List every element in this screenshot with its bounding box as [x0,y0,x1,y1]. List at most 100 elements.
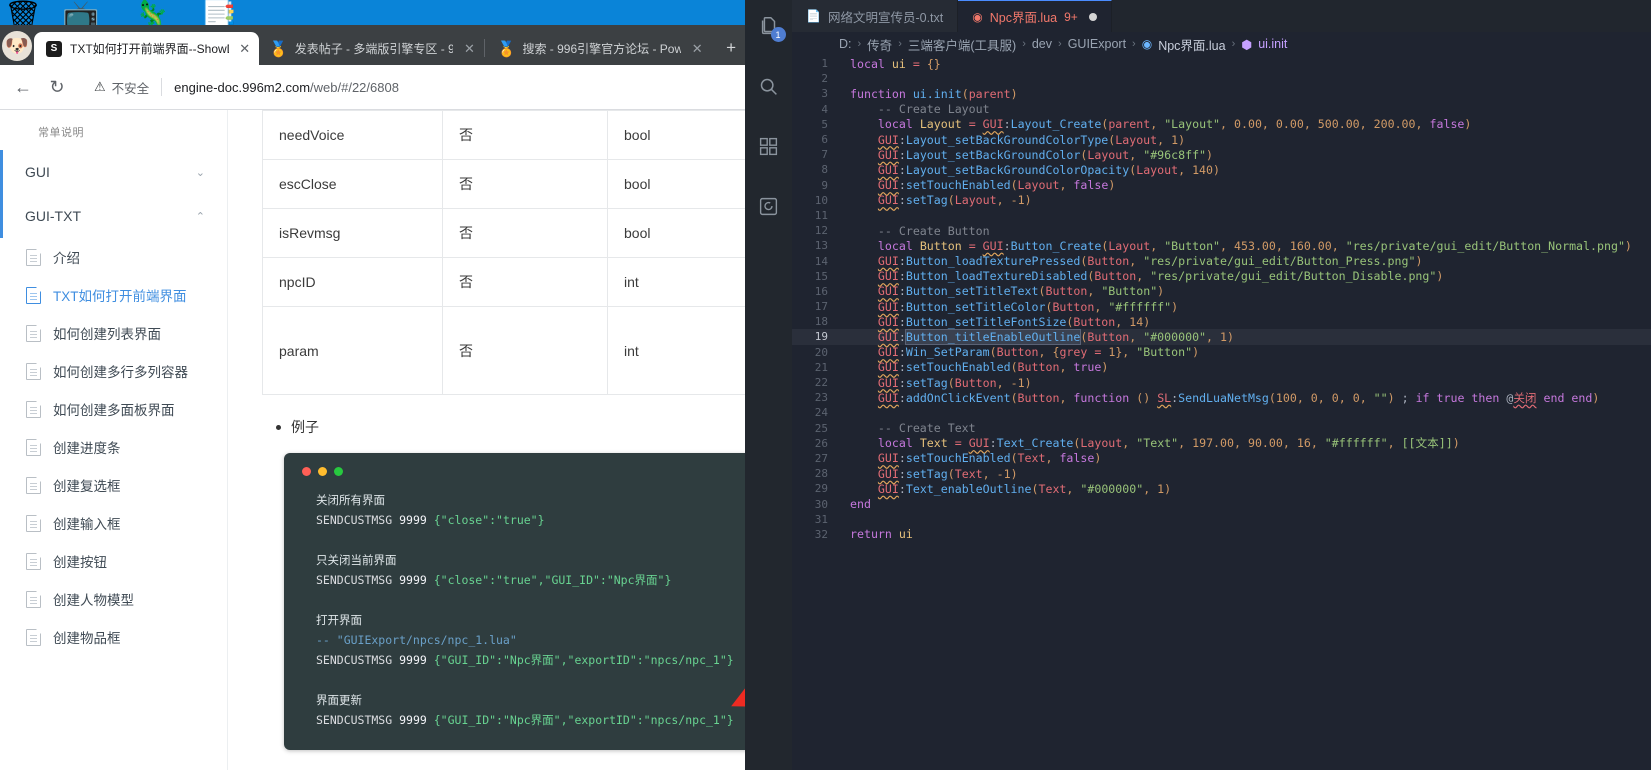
sidebar-group-gui-txt[interactable]: GUI-TXT ⌃ [0,194,227,238]
browser-tab-1[interactable]: 🏅 发表帖子 - 多端版引擎专区 - 996 ✕ [259,32,484,65]
table-row: param 否 int [262,306,745,395]
sidebar-group-gui-txt-label: GUI-TXT [25,208,81,224]
code-line-30[interactable]: 30 end [792,496,1651,511]
breadcrumb-segment-0[interactable]: D: [839,37,852,51]
code-line-9[interactable]: 9 GUI:setTouchEnabled(Layout, false) [792,178,1651,193]
editor-tab-error-count: 9+ [1064,9,1078,24]
sidebar-item-0[interactable]: 介绍 [0,238,227,276]
breadcrumb-segment-2[interactable]: 三端客户端(工具服) [908,35,1016,54]
code-line-27[interactable]: 27 GUI:setTouchEnabled(Text, false) [792,451,1651,466]
code-line-23[interactable]: 23 GUI:addOnClickEvent(Button, function … [792,390,1651,405]
breadcrumb-segment-6[interactable]: ui.init [1258,37,1287,51]
code-line-22[interactable]: 22 GUI:setTag(Button, -1) [792,375,1651,390]
sidebar-item-2[interactable]: 如何创建列表界面 [0,314,227,352]
code-line-21[interactable]: 21 GUI:setTouchEnabled(Button, true) [792,360,1651,375]
code-line-25[interactable]: 25 -- Create Text [792,421,1651,436]
code-line-18[interactable]: 18 GUI:Button_setTitleFontSize(Button, 1… [792,314,1651,329]
sidebar-item-9[interactable]: 创建人物模型 [0,580,227,618]
magnifier-icon [760,78,777,95]
code-line-6[interactable]: 6 GUI:Layout_setBackGroundColorType(Layo… [792,132,1651,147]
code-line-24[interactable]: 24 [792,405,1651,420]
document-icon [26,324,41,342]
new-tab-button[interactable]: + [717,34,745,62]
code-line-19[interactable]: 19 GUI:Button_titleEnableOutline(Button,… [792,328,1651,345]
code-line-5[interactable]: 5 local Layout = GUI:Layout_Create(paren… [792,117,1651,132]
line-number: 15 [814,269,828,283]
code-line-12[interactable]: 12 -- Create Button [792,223,1651,238]
code-command-json: {"close":"true","GUI_ID":"Npc界面"} [433,573,672,587]
sidebar-item-7[interactable]: 创建输入框 [0,504,227,542]
code-line-20[interactable]: 20 GUI:Win_SetParam(Button, {grey = 1}, … [792,345,1651,360]
browser-tab-0[interactable]: S TXT如何打开前端界面--ShowDoc ✕ [34,32,259,65]
code-line-16[interactable]: 16 GUI:Button_setTitleText(Button, "Butt… [792,284,1651,299]
line-number: 26 [814,436,828,450]
sidebar-item-1[interactable]: TXT如何打开前端界面 [0,276,227,314]
code-editor[interactable]: 1 local ui = {} 2 3 function ui.init(parent)… [792,56,1651,770]
code-line-2[interactable]: 2 [792,71,1651,86]
extensions-icon[interactable] [749,126,789,166]
code-line-4[interactable]: 4 -- Create Layout [792,102,1651,117]
line-number: 10 [814,193,828,207]
code-line-32[interactable]: 32 return ui [792,527,1651,542]
line-content: function ui.init(parent) [850,86,1018,101]
chevron-down-icon: ⌄ [195,166,205,179]
code-line-17[interactable]: 17 GUI:Button_setTitleColor(Button, "#ff… [792,299,1651,314]
tab-close-0[interactable]: ✕ [235,39,255,59]
unsaved-indicator-icon[interactable] [1088,12,1097,21]
sidebar-item-label: 如何创建多行多列容器 [53,365,188,380]
editor-tab-txt[interactable]: 📄 网络文明宣传员-0.txt [792,0,959,32]
table-cell-required: 否 [442,110,608,160]
explorer-icon[interactable]: 1 [749,6,789,46]
sidebar-group-gui[interactable]: GUI ⌄ [0,150,227,194]
code-line-31[interactable]: 31 [792,512,1651,527]
breadcrumb-segment-3[interactable]: dev [1032,37,1052,51]
code-line-1[interactable]: 1 local ui = {} [792,56,1651,71]
code-line-14[interactable]: 14 GUI:Button_loadTexturePressed(Button,… [792,253,1651,268]
line-content: GUI:Button_setTitleText(Button, "Button"… [877,284,1165,299]
sidebar-item-10[interactable]: 创建物品框 [0,618,227,656]
line-number: 4 [821,102,828,116]
line-content: local Layout = GUI:Layout_Create(parent,… [877,117,1472,132]
code-comment-line: 界面更新 [316,690,745,710]
sidebar-item-6[interactable]: 创建复选框 [0,466,227,504]
line-content: GUI:Layout_setBackGroundColor(Layout, "#… [877,147,1214,162]
sidebar-item-4[interactable]: 如何创建多面板界面 [0,390,227,428]
code-line-11[interactable]: 11 [792,208,1651,223]
breadcrumb-segment-5[interactable]: Npc界面.lua [1158,35,1225,54]
line-number: 31 [814,512,828,526]
sidebar-item-5[interactable]: 创建进度条 [0,428,227,466]
breadcrumb-segment-4[interactable]: GUIExport [1068,37,1126,51]
sidebar-item-label: 创建复选框 [53,479,121,494]
code-line-3[interactable]: 3 function ui.init(parent) [792,86,1651,101]
code-command-keyword: SENDCUSTMSG [316,713,393,727]
code-line-29[interactable]: 29 GUI:Text_enableOutline(Text, "#000000… [792,481,1651,496]
profile-avatar[interactable]: 🐶 [2,31,32,61]
address-bar[interactable]: ⚠ 不安全 engine-doc.996m2.com/web/#/22/6808 [80,72,739,102]
code-line-10[interactable]: 10 GUI:setTag(Layout, -1) [792,193,1651,208]
table-cell-required: 否 [442,208,608,258]
breadcrumb-segment-1[interactable]: 传奇 [867,35,892,54]
back-button[interactable]: ← [6,70,40,104]
code-line-7[interactable]: 7 GUI:Layout_setBackGroundColor(Layout, … [792,147,1651,162]
line-content: -- Create Button [877,223,990,238]
editor-tab-lua[interactable]: ◉ Npc界面.lua 9+ [958,0,1112,32]
reload-button[interactable]: ↻ [40,70,74,104]
code-line-15[interactable]: 15 GUI:Button_loadTextureDisabled(Button… [792,269,1651,284]
security-indicator[interactable]: ⚠ 不安全 [94,78,149,97]
line-number: 30 [814,497,828,511]
search-icon[interactable] [749,66,789,106]
sidebar-item-label: 如何创建列表界面 [53,327,161,342]
code-line-13[interactable]: 13 local Button = GUI:Button_Create(Layo… [792,238,1651,253]
tab-close-2[interactable]: ✕ [687,39,707,59]
chevron-up-icon: ⌃ [195,210,205,223]
code-line-28[interactable]: 28 GUI:setTag(Text, -1) [792,466,1651,481]
tab-close-1[interactable]: ✕ [459,39,479,59]
sidebar-item-8[interactable]: 创建按钮 [0,542,227,580]
code-line-8[interactable]: 8 GUI:Layout_setBackGroundColorOpacity(L… [792,162,1651,177]
code-line-26[interactable]: 26 local Text = GUI:Text_Create(Layout, … [792,436,1651,451]
sidebar-item-3[interactable]: 如何创建多行多列容器 [0,352,227,390]
lua-plugin-icon[interactable] [749,186,789,226]
browser-tab-2[interactable]: 🏅 搜索 - 996引擎官方论坛 - Powere ✕ [486,32,711,65]
